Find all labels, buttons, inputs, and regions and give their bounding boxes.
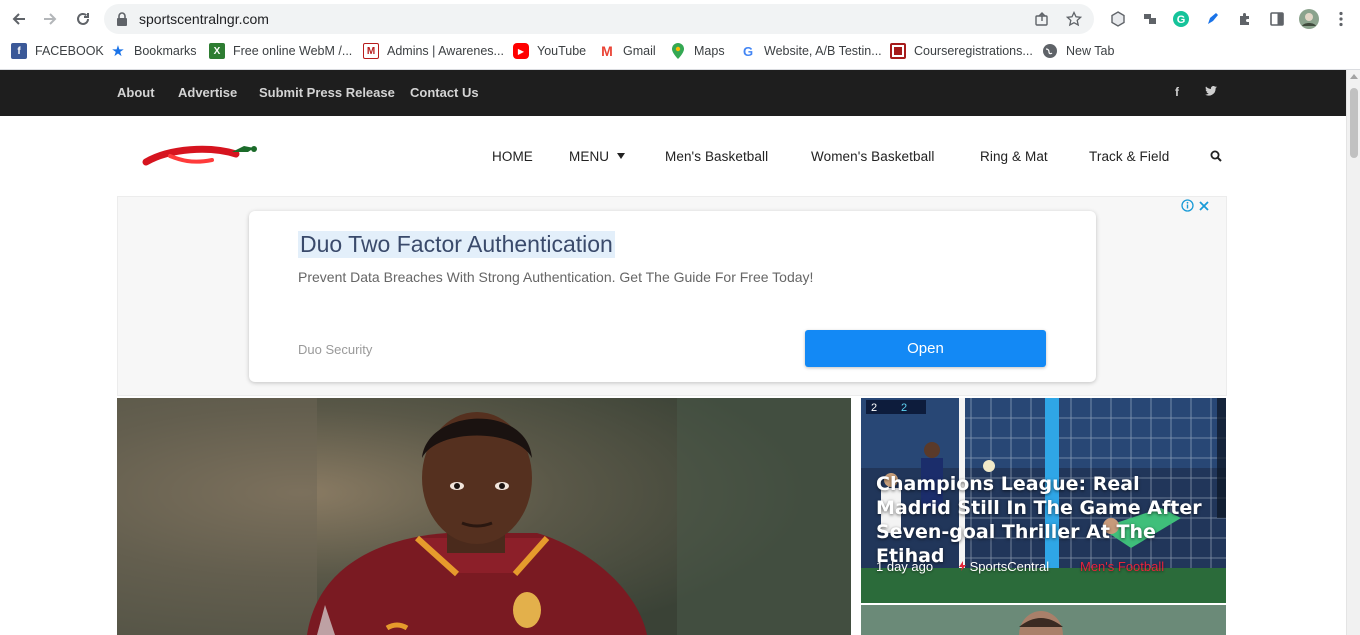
side-article-2-photo (861, 605, 1226, 635)
ad-card[interactable]: Duo Two Factor Authentication Prevent Da… (249, 211, 1096, 382)
share-icon[interactable] (1034, 11, 1050, 32)
bookmark-label: Website, A/B Testin... (764, 44, 882, 58)
bookmark-youtube[interactable]: ▶ YouTube (513, 42, 586, 60)
side-article-time: 1 day ago (876, 559, 934, 574)
bookmark-webm[interactable]: X Free online WebM /... (209, 42, 352, 60)
svg-text:2: 2 (871, 402, 877, 414)
adchoices[interactable] (1181, 199, 1210, 212)
bookmark-courseregistrations[interactable]: Courseregistrations... (890, 42, 1033, 60)
course-icon (890, 43, 906, 59)
ad-brand: Duo Security (298, 342, 373, 357)
site-logo[interactable] (140, 140, 270, 170)
browser-menu-icon[interactable] (1330, 8, 1352, 30)
facebook-social-icon[interactable]: f (1175, 85, 1179, 99)
bookmark-new-tab[interactable]: New Tab (1042, 42, 1114, 60)
pen-extension-icon[interactable] (1202, 8, 1224, 30)
bookmark-gmail[interactable]: M Gmail (599, 42, 656, 60)
twitter-social-icon[interactable] (1205, 85, 1217, 99)
google-icon: G (742, 43, 754, 59)
bookmarks-bar: f FACEBOOK ★ Bookmarks X Free online Web… (0, 38, 1360, 64)
extension-flag-icon[interactable] (1139, 8, 1161, 30)
bookmark-bookmarks[interactable]: ★ Bookmarks (110, 42, 197, 60)
caret-down-icon (617, 153, 626, 159)
youtube-icon: ▶ (513, 43, 529, 59)
bookmark-facebook[interactable]: f FACEBOOK (11, 42, 104, 60)
bookmark-label: FACEBOOK (35, 44, 104, 58)
gmail-icon: M (601, 43, 613, 59)
side-article-card-2[interactable] (861, 605, 1226, 635)
side-article-category[interactable]: Men's Football (1080, 559, 1164, 574)
bookmark-maps[interactable]: Maps (670, 42, 725, 60)
side-article-card[interactable]: 2 2 Champions League: Real Madrid Still … (861, 398, 1226, 603)
extensions-puzzle-icon[interactable] (1234, 8, 1256, 30)
side-article-author[interactable]: SportsCentral (959, 559, 1049, 574)
nav-menu-label: MENU (569, 149, 610, 164)
svg-text:2: 2 (901, 402, 907, 414)
football-player-photo (117, 398, 851, 635)
browser-chrome: sportscentralngr.com G f FACEBOOK ★ Book… (0, 0, 1360, 70)
facebook-icon: f (11, 43, 27, 59)
star-icon: ★ (111, 43, 125, 60)
side-article-author-name: SportsCentral (969, 559, 1050, 574)
back-icon[interactable] (8, 8, 30, 30)
bookmark-label: Free online WebM /... (233, 44, 353, 58)
reload-icon[interactable] (72, 8, 94, 30)
url-text: sportscentralngr.com (139, 11, 269, 27)
ad-description: Prevent Data Breaches With Strong Authen… (298, 269, 814, 285)
scroll-up-arrow-icon[interactable] (1350, 74, 1358, 79)
nav-track-field[interactable]: Track & Field (1089, 149, 1169, 164)
top-link-advertise[interactable]: Advertise (178, 85, 237, 100)
bookmark-label: YouTube (537, 44, 587, 58)
top-link-submit-press-release[interactable]: Submit Press Release (259, 85, 395, 100)
bookmark-label: Courseregistrations... (914, 44, 1033, 58)
webm-icon: X (209, 43, 225, 59)
admin-icon: M (363, 43, 379, 59)
profile-avatar-icon[interactable] (1298, 8, 1320, 30)
search-icon[interactable] (1210, 150, 1222, 165)
bookmark-star-icon[interactable] (1065, 10, 1083, 32)
nav-mens-basketball[interactable]: Men's Basketball (665, 149, 768, 164)
page-scrollbar[interactable] (1346, 70, 1360, 635)
bookmark-label: Bookmarks (134, 44, 197, 58)
nav-womens-basketball[interactable]: Women's Basketball (811, 149, 934, 164)
bookmark-website-ab[interactable]: G Website, A/B Testin... (740, 42, 882, 60)
extension-cube-icon[interactable] (1107, 8, 1129, 30)
lock-icon[interactable] (116, 12, 128, 31)
hero-article-image[interactable] (117, 398, 851, 635)
grammarly-icon[interactable]: G (1170, 8, 1192, 30)
side-panel-icon[interactable] (1266, 8, 1288, 30)
bookmark-label: New Tab (1066, 44, 1115, 58)
bookmark-admins[interactable]: M Admins | Awarenes... (363, 42, 504, 60)
forward-icon[interactable] (39, 8, 61, 30)
nav-ring-mat[interactable]: Ring & Mat (980, 149, 1048, 164)
scrollbar-thumb[interactable] (1350, 88, 1358, 158)
top-link-contact-us[interactable]: Contact Us (410, 85, 479, 100)
bolt-icon (959, 561, 966, 571)
ad-banner: Duo Two Factor Authentication Prevent Da… (117, 196, 1227, 396)
globe-icon (1042, 43, 1058, 59)
svg-text:G: G (1177, 14, 1186, 26)
ad-close-icon[interactable] (1198, 200, 1210, 212)
bookmark-label: Gmail (623, 44, 656, 58)
adchoices-info-icon[interactable] (1181, 199, 1194, 212)
nav-home[interactable]: HOME (492, 149, 533, 164)
ad-title[interactable]: Duo Two Factor Authentication (298, 231, 615, 258)
nav-menu[interactable]: MENU (569, 149, 626, 164)
site-header: HOME MENU Men's Basketball Women's Baske… (0, 116, 1346, 196)
maps-icon (670, 43, 686, 59)
bookmark-label: Maps (694, 44, 725, 58)
top-link-about[interactable]: About (117, 85, 155, 100)
address-bar[interactable]: sportscentralngr.com (104, 4, 1094, 34)
side-article-title[interactable]: Champions League: Real Madrid Still In T… (876, 472, 1206, 568)
bookmark-label: Admins | Awarenes... (387, 44, 504, 58)
ad-open-button[interactable]: Open (805, 330, 1046, 367)
site-topbar: About Advertise Submit Press Release Con… (0, 70, 1346, 116)
